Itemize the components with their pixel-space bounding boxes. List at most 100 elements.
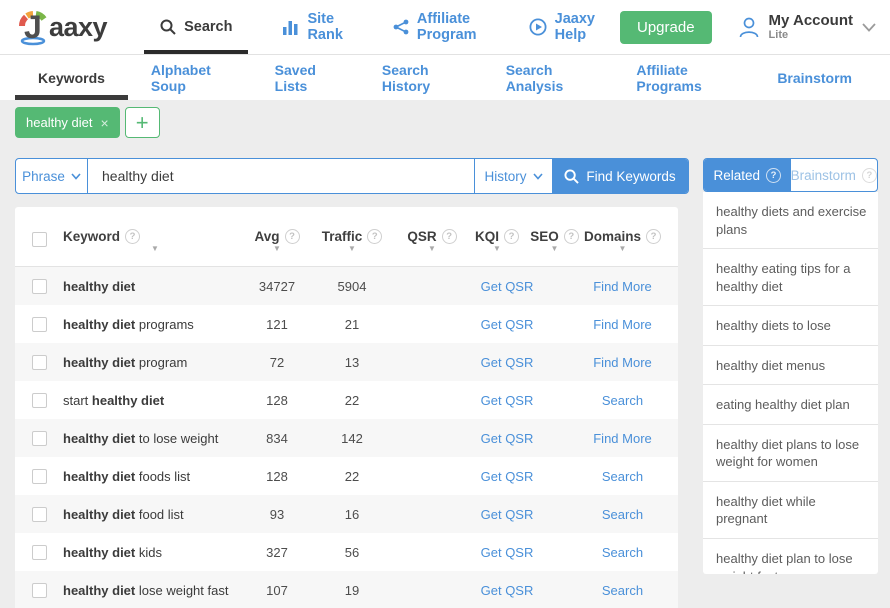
domains-link[interactable]: Find More bbox=[593, 279, 652, 294]
domains-link[interactable]: Search bbox=[602, 507, 643, 522]
related-keyword-item[interactable]: healthy diet plans to lose weight for wo… bbox=[703, 425, 878, 482]
tab-related[interactable]: Related ? bbox=[704, 159, 791, 191]
domains-cell: Find More bbox=[582, 317, 678, 332]
column-header-keyword[interactable]: Keyword? ▼ bbox=[63, 228, 247, 253]
qsr-cell: Get QSR bbox=[397, 431, 534, 446]
domains-link[interactable]: Search bbox=[602, 393, 643, 408]
help-icon[interactable]: ? bbox=[441, 228, 457, 244]
history-dropdown-label: History bbox=[484, 168, 527, 184]
get-qsr-link[interactable]: Get QSR bbox=[481, 279, 534, 294]
subnav-item-alphabet-soup[interactable]: Alphabet Soup bbox=[128, 55, 252, 100]
topnav-items: Search Site Rank Affiliate Program Jaaxy… bbox=[135, 0, 620, 54]
domains-link[interactable]: Search bbox=[602, 545, 643, 560]
get-qsr-link[interactable]: Get QSR bbox=[481, 583, 534, 598]
keyword-cell[interactable]: healthy diet programs bbox=[63, 317, 247, 332]
domains-link[interactable]: Find More bbox=[593, 355, 652, 370]
column-header-traffic[interactable]: Traffic? ▼ bbox=[307, 228, 397, 252]
column-header-seo[interactable]: SEO? ▼ bbox=[527, 228, 582, 252]
subnav-item-affiliate-programs[interactable]: Affiliate Programs bbox=[613, 55, 754, 100]
row-checkbox[interactable] bbox=[31, 392, 47, 408]
keyword-cell[interactable]: healthy diet program bbox=[63, 355, 247, 370]
help-icon[interactable]: ? bbox=[766, 167, 782, 183]
subnav-item-keywords[interactable]: Keywords bbox=[15, 55, 128, 100]
column-header-qsr[interactable]: QSR? ▼ bbox=[397, 228, 467, 252]
account-text: My Account Lite bbox=[769, 12, 853, 42]
row-checkbox[interactable] bbox=[31, 354, 47, 370]
keyword-search-input[interactable] bbox=[88, 159, 474, 193]
row-checkbox[interactable] bbox=[31, 506, 47, 522]
keyword-cell[interactable]: healthy diet kids bbox=[63, 545, 247, 560]
keyword-cell[interactable]: healthy diet foods list bbox=[63, 469, 247, 484]
keyword-cell[interactable]: healthy diet lose weight fast bbox=[63, 583, 247, 598]
domains-link[interactable]: Search bbox=[602, 583, 643, 598]
table-row: start healthy diet 128 22 Get QSR Search bbox=[15, 381, 678, 419]
upgrade-button[interactable]: Upgrade bbox=[620, 10, 712, 44]
domains-cell: Search bbox=[582, 545, 678, 560]
help-icon[interactable]: ? bbox=[367, 228, 383, 244]
row-checkbox[interactable] bbox=[31, 430, 47, 446]
find-keywords-button[interactable]: Find Keywords bbox=[552, 159, 688, 193]
remove-tag-icon[interactable]: × bbox=[101, 115, 109, 131]
sort-caret-icon: ▼ bbox=[618, 243, 627, 253]
history-dropdown[interactable]: History bbox=[474, 159, 552, 193]
domains-cell: Search bbox=[582, 469, 678, 484]
help-icon[interactable]: ? bbox=[563, 228, 579, 244]
related-keyword-item[interactable]: healthy eating tips for a healthy diet bbox=[703, 249, 878, 307]
get-qsr-link[interactable]: Get QSR bbox=[481, 317, 534, 332]
page-content: healthy diet × + Phrase History bbox=[0, 100, 890, 608]
get-qsr-link[interactable]: Get QSR bbox=[481, 393, 534, 408]
get-qsr-link[interactable]: Get QSR bbox=[481, 545, 534, 560]
get-qsr-link[interactable]: Get QSR bbox=[481, 469, 534, 484]
column-header-avg[interactable]: Avg? ▼ bbox=[247, 228, 307, 252]
help-icon[interactable]: ? bbox=[504, 228, 519, 244]
related-keyword-item[interactable]: eating healthy diet plan bbox=[703, 385, 878, 425]
jaaxy-logo[interactable]: J aaxy bbox=[12, 0, 108, 54]
column-header-kqi[interactable]: KQI? ▼ bbox=[467, 228, 527, 252]
subnav-item-search-history[interactable]: Search History bbox=[359, 55, 483, 100]
table-row: healthy diet 34727 5904 Get QSR Find Mor… bbox=[15, 267, 678, 305]
related-keyword-item[interactable]: healthy diets and exercise plans bbox=[703, 192, 878, 250]
row-checkbox[interactable] bbox=[31, 278, 47, 294]
select-all-checkbox[interactable] bbox=[31, 232, 47, 247]
subnav-item-search-analysis[interactable]: Search Analysis bbox=[483, 55, 614, 100]
help-icon[interactable]: ? bbox=[861, 167, 877, 183]
topnav-item-site-rank[interactable]: Site Rank bbox=[266, 0, 358, 54]
tab-brainstorm[interactable]: Brainstorm ? bbox=[791, 159, 878, 191]
domains-link[interactable]: Find More bbox=[593, 317, 652, 332]
row-checkbox[interactable] bbox=[31, 468, 47, 484]
topnav-item-jaaxy-help[interactable]: Jaaxy Help bbox=[513, 0, 611, 54]
sort-caret-icon: ▼ bbox=[151, 243, 159, 253]
help-icon[interactable]: ? bbox=[284, 228, 300, 244]
topnav-item-affiliate-program[interactable]: Affiliate Program bbox=[377, 0, 495, 54]
get-qsr-link[interactable]: Get QSR bbox=[481, 431, 534, 446]
keyword-cell[interactable]: start healthy diet bbox=[63, 393, 247, 408]
avg-cell: 72 bbox=[269, 354, 285, 370]
row-checkbox[interactable] bbox=[31, 582, 47, 598]
related-keyword-item[interactable]: healthy diet plan to lose weight fast bbox=[703, 539, 878, 574]
domains-link[interactable]: Search bbox=[602, 469, 643, 484]
domains-link[interactable]: Find More bbox=[593, 431, 652, 446]
my-account-menu[interactable]: My Account Lite bbox=[738, 0, 876, 54]
related-keyword-item[interactable]: healthy diet menus bbox=[703, 346, 878, 386]
help-icon[interactable]: ? bbox=[125, 228, 141, 244]
topnav-item-search[interactable]: Search bbox=[144, 0, 249, 54]
help-icon[interactable]: ? bbox=[646, 228, 661, 244]
phrase-dropdown[interactable]: Phrase bbox=[16, 159, 88, 193]
row-checkbox[interactable] bbox=[31, 316, 47, 332]
keyword-cell[interactable]: healthy diet to lose weight bbox=[63, 431, 247, 446]
keyword-cell[interactable]: healthy diet food list bbox=[63, 507, 247, 522]
add-tag-button[interactable]: + bbox=[124, 107, 160, 138]
related-keyword-item[interactable]: healthy diets to lose bbox=[703, 306, 878, 346]
keyword-cell[interactable]: healthy diet bbox=[63, 279, 247, 294]
row-checkbox[interactable] bbox=[31, 544, 47, 560]
related-keyword-item[interactable]: healthy diet while pregnant bbox=[703, 482, 878, 540]
column-header-domains[interactable]: Domains? ▼ bbox=[582, 228, 678, 253]
subnav-item-saved-lists[interactable]: Saved Lists bbox=[252, 55, 359, 100]
avg-cell: 121 bbox=[266, 316, 288, 332]
keyword-tag[interactable]: healthy diet × bbox=[15, 107, 120, 138]
get-qsr-link[interactable]: Get QSR bbox=[481, 355, 534, 370]
get-qsr-link[interactable]: Get QSR bbox=[481, 507, 534, 522]
subnav-item-brainstorm[interactable]: Brainstorm bbox=[754, 55, 875, 100]
top-navigation: J aaxy Search Site Rank Affiliate Progra… bbox=[0, 0, 890, 55]
left-column: Phrase History Find Keywords bbox=[15, 158, 689, 608]
